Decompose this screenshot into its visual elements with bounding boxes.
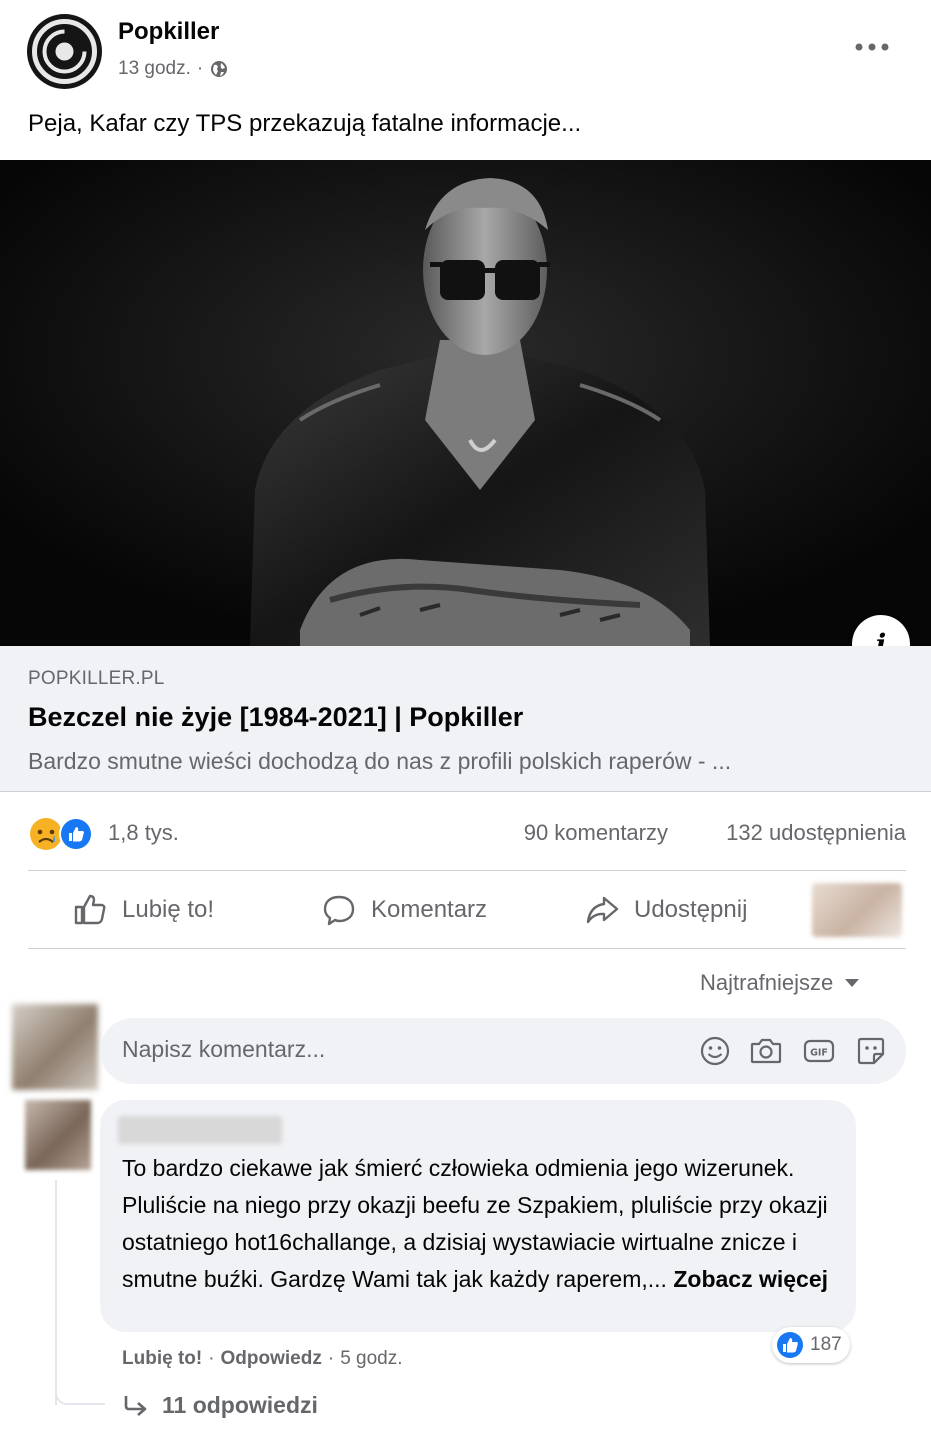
sort-label: Najtrafniejsze: [700, 970, 834, 995]
meta-separator: ·: [196, 58, 204, 79]
comment-reply-link[interactable]: Odpowiedz: [221, 1348, 322, 1370]
reactions-bar: 1,8 tys. 90 komentarzy 132 udostępnienia: [28, 810, 906, 858]
comment-like-link[interactable]: Lubię to!: [122, 1348, 202, 1370]
caret-down-icon: [845, 979, 860, 987]
post-time[interactable]: 13 godz.: [118, 58, 191, 80]
commenter-name[interactable]: [118, 1116, 282, 1144]
share-button[interactable]: Udostępnij: [584, 873, 747, 947]
page-avatar[interactable]: [27, 14, 102, 89]
comment-button[interactable]: Komentarz: [321, 873, 487, 947]
comment-composer[interactable]: GIF: [100, 1018, 906, 1084]
svg-text:GIF: GIF: [810, 1048, 828, 1059]
reaction-count[interactable]: 1,8 tys.: [108, 820, 179, 846]
link-description: Bardzo smutne wieści dochodzą do nas z p…: [28, 748, 732, 774]
globe-icon: [211, 61, 228, 77]
sort-dropdown[interactable]: Najtrafniejsze: [700, 970, 861, 996]
action-bar: Lubię to! Komentarz Udostępnij: [28, 873, 906, 947]
gif-icon: GIF: [803, 1039, 835, 1063]
comments-count[interactable]: 90 komentarzy: [524, 820, 668, 846]
link-preview[interactable]: POPKILLER.PL Bezczel nie żyje [1984-2021…: [0, 646, 931, 792]
sticker-icon: [857, 1037, 885, 1065]
shares-count[interactable]: 132 udostępnienia: [726, 820, 906, 846]
gif-button[interactable]: GIF: [800, 1032, 838, 1070]
more-icon: [855, 43, 889, 51]
emoji-button[interactable]: [696, 1032, 734, 1070]
link-title[interactable]: Bezczel nie żyje [1984-2021] | Popkiller: [28, 702, 523, 733]
more-options-button[interactable]: [850, 32, 894, 62]
comment-actions: Lubię to! · Odpowiedz · 5 godz.: [122, 1348, 403, 1370]
viewer-avatar[interactable]: [812, 883, 902, 937]
portrait-photo: [0, 160, 931, 646]
reply-arrow-icon: [124, 1395, 147, 1416]
action-separator: ·: [327, 1348, 335, 1369]
divider-bottom: [28, 948, 906, 949]
divider-top: [28, 870, 906, 871]
camera-icon: [750, 1038, 782, 1064]
share-icon: [586, 896, 619, 924]
sad-icon: [30, 818, 62, 850]
replies-count: 11 odpowiedzi: [162, 1392, 318, 1418]
thumbs-up-icon: [74, 894, 106, 925]
like-icon: [777, 1332, 803, 1358]
comment-reaction-count: 187: [810, 1334, 842, 1355]
comment-input[interactable]: [122, 1036, 662, 1063]
share-label: Udostępnij: [634, 896, 748, 923]
sticker-button[interactable]: [852, 1032, 890, 1070]
photo-button[interactable]: [747, 1032, 785, 1070]
commenter-avatar[interactable]: [25, 1100, 91, 1170]
like-label: Lubię to!: [122, 896, 215, 923]
view-replies-link[interactable]: 11 odpowiedzi: [122, 1392, 318, 1419]
emoji-icon: [700, 1036, 730, 1066]
like-icon: [59, 817, 93, 851]
comment-label: Komentarz: [371, 896, 488, 923]
thread-connector: [55, 1370, 105, 1405]
comment-time[interactable]: 5 godz.: [340, 1348, 402, 1370]
post-text: Peja, Kafar czy TPS przekazują fatalne i…: [28, 110, 582, 137]
post-image[interactable]: [0, 160, 931, 646]
comment-bubble: To bardzo ciekawe jak śmierć człowieka o…: [100, 1100, 856, 1332]
popkiller-logo: [27, 14, 102, 89]
composer-avatar: [12, 1004, 98, 1090]
post-header: Popkiller 13 godz. ·: [0, 0, 931, 100]
page-name[interactable]: Popkiller: [118, 18, 219, 46]
post-meta: 13 godz. ·: [118, 58, 229, 80]
see-more-link[interactable]: Zobacz więcej: [673, 1266, 828, 1292]
like-button[interactable]: Lubię to!: [72, 873, 214, 947]
comment-icon: [323, 895, 355, 926]
reaction-icons[interactable]: [28, 816, 98, 852]
action-separator: ·: [208, 1348, 215, 1369]
link-domain: POPKILLER.PL: [28, 668, 165, 689]
comment-reactions[interactable]: 187: [772, 1327, 850, 1363]
comment-text: To bardzo ciekawe jak śmierć człowieka o…: [122, 1150, 842, 1298]
